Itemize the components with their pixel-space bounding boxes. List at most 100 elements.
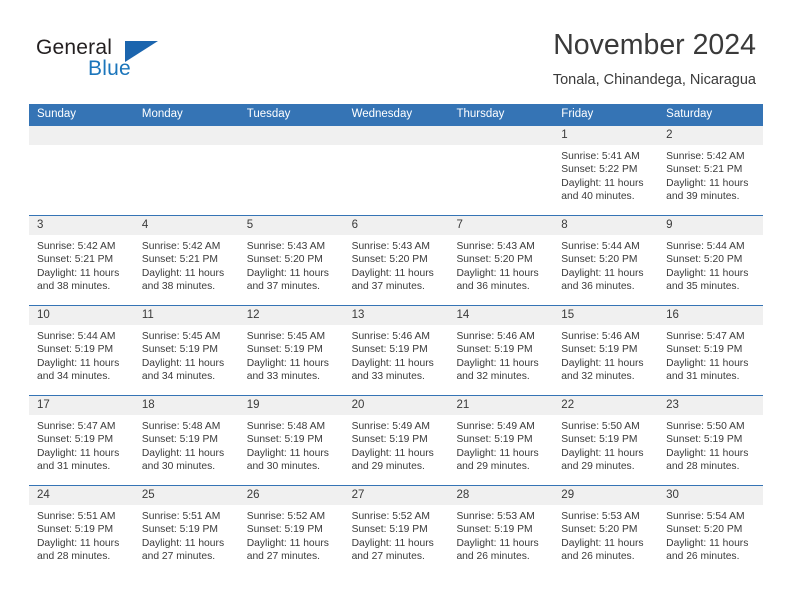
calendar-weeks: 1 Sunrise: 5:41 AM Sunset: 5:22 PM Daylight… <box>29 125 764 575</box>
sunset-text: Sunset: 5:20 PM <box>246 254 323 266</box>
daylight-text-line1: Daylight: 11 hours <box>456 357 539 369</box>
day-cell[interactable]: 10 Sunrise: 5:44 AM Sunset: 5:19 PM Dayligh… <box>29 306 134 395</box>
day-details: Sunrise: 5:45 AM Sunset: 5:19 PM Daylight:… <box>134 325 239 384</box>
day-cell[interactable]: 25 Sunrise: 5:51 AM Sunset: 5:19 PM Dayligh… <box>133 486 239 575</box>
daylight-text-line2: and 40 minutes. <box>561 191 635 203</box>
sunrise-text: Sunrise: 5:52 AM <box>246 511 326 522</box>
day-cell[interactable]: 28 Sunrise: 5:53 AM Sunset: 5:19 PM Dayligh… <box>448 486 554 575</box>
sunset-text: Sunset: 5:19 PM <box>246 524 323 536</box>
sunset-text: Sunset: 5:19 PM <box>141 344 218 356</box>
daylight-text-line2: and 37 minutes. <box>351 281 425 293</box>
sunrise-text: Sunrise: 5:51 AM <box>141 511 221 522</box>
daylight-text-line1: Daylight: 11 hours <box>666 447 749 459</box>
day-cell-empty <box>133 126 239 215</box>
weekday-saturday: Saturday <box>666 108 713 120</box>
day-details: Sunrise: 5:43 AM Sunset: 5:20 PM Daylight:… <box>448 235 553 294</box>
day-cell[interactable]: 13 Sunrise: 5:46 AM Sunset: 5:19 PM Dayligh… <box>343 306 449 395</box>
day-cell[interactable]: 4 Sunrise: 5:42 AM Sunset: 5:21 PM Daylight… <box>133 216 239 305</box>
day-cell[interactable]: 21 Sunrise: 5:49 AM Sunset: 5:19 PM Dayligh… <box>448 396 554 485</box>
sunset-text: Sunset: 5:19 PM <box>351 344 428 356</box>
daylight-text-line2: and 38 minutes. <box>37 281 111 293</box>
day-cell-empty <box>238 126 344 215</box>
day-cell[interactable]: 14 Sunrise: 5:46 AM Sunset: 5:19 PM Dayligh… <box>448 306 554 395</box>
day-details <box>239 145 344 150</box>
day-details: Sunrise: 5:53 AM Sunset: 5:20 PM Daylight:… <box>553 505 658 564</box>
daylight-text-line1: Daylight: 11 hours <box>456 537 539 549</box>
day-number: 21 <box>456 398 470 411</box>
daylight-text-line2: and 29 minutes. <box>561 461 635 473</box>
daylight-text-line1: Daylight: 11 hours <box>666 537 749 549</box>
day-cell[interactable]: 22 Sunrise: 5:50 AM Sunset: 5:19 PM Dayligh… <box>553 396 659 485</box>
sunset-text: Sunset: 5:19 PM <box>351 434 428 446</box>
weekday-tuesday: Tuesday <box>246 108 291 120</box>
sunrise-text: Sunrise: 5:47 AM <box>666 331 745 342</box>
day-cell[interactable]: 26 Sunrise: 5:52 AM Sunset: 5:19 PM Dayligh… <box>238 486 344 575</box>
day-cell[interactable]: 5 Sunrise: 5:43 AM Sunset: 5:20 PM Daylight… <box>238 216 344 305</box>
daylight-text-line2: and 36 minutes. <box>456 281 530 293</box>
general-blue-logo[interactable]: General Blue <box>36 36 166 82</box>
day-details: Sunrise: 5:47 AM Sunset: 5:19 PM Daylight:… <box>29 415 134 474</box>
sunset-text: Sunset: 5:20 PM <box>351 254 428 266</box>
sunrise-text: Sunrise: 5:42 AM <box>37 241 116 252</box>
daylight-text-line1: Daylight: 11 hours <box>37 267 120 279</box>
day-cell[interactable]: 19 Sunrise: 5:48 AM Sunset: 5:19 PM Dayligh… <box>238 396 344 485</box>
daylight-text-line2: and 39 minutes. <box>666 191 740 203</box>
day-cell[interactable]: 9 Sunrise: 5:44 AM Sunset: 5:20 PM Daylight… <box>658 216 764 305</box>
sunset-text: Sunset: 5:19 PM <box>246 344 323 356</box>
day-number-band: 19 <box>238 396 344 415</box>
sunrise-text: Sunrise: 5:52 AM <box>351 511 430 522</box>
calendar-week-row: 24 Sunrise: 5:51 AM Sunset: 5:19 PM Dayligh… <box>29 485 764 575</box>
day-cell[interactable]: 8 Sunrise: 5:44 AM Sunset: 5:20 PM Daylight… <box>553 216 659 305</box>
sunset-text: Sunset: 5:19 PM <box>141 434 218 446</box>
day-cell[interactable]: 12 Sunrise: 5:45 AM Sunset: 5:19 PM Dayligh… <box>238 306 344 395</box>
day-details: Sunrise: 5:49 AM Sunset: 5:19 PM Daylight:… <box>344 415 449 474</box>
day-details: Sunrise: 5:42 AM Sunset: 5:21 PM Daylight:… <box>658 145 763 204</box>
day-details: Sunrise: 5:41 AM Sunset: 5:22 PM Daylight:… <box>553 145 658 204</box>
day-details: Sunrise: 5:49 AM Sunset: 5:19 PM Daylight:… <box>448 415 553 474</box>
day-cell[interactable]: 30 Sunrise: 5:54 AM Sunset: 5:20 PM Dayligh… <box>658 486 764 575</box>
weekday-monday: Monday <box>141 108 183 120</box>
sunset-text: Sunset: 5:21 PM <box>141 254 218 266</box>
sunset-text: Sunset: 5:20 PM <box>456 254 533 266</box>
day-cell[interactable]: 29 Sunrise: 5:53 AM Sunset: 5:20 PM Dayligh… <box>553 486 659 575</box>
daylight-text-line2: and 29 minutes. <box>351 461 425 473</box>
day-details: Sunrise: 5:48 AM Sunset: 5:19 PM Daylight:… <box>134 415 239 474</box>
daylight-text-line2: and 31 minutes. <box>666 371 740 383</box>
day-cell[interactable]: 6 Sunrise: 5:43 AM Sunset: 5:20 PM Daylight… <box>343 216 449 305</box>
day-cell[interactable]: 18 Sunrise: 5:48 AM Sunset: 5:19 PM Dayligh… <box>133 396 239 485</box>
sunset-text: Sunset: 5:19 PM <box>141 524 218 536</box>
daylight-text-line2: and 34 minutes. <box>141 371 216 383</box>
daylight-text-line2: and 30 minutes. <box>141 461 216 473</box>
daylight-text-line1: Daylight: 11 hours <box>561 447 644 459</box>
day-number-band: 5 <box>238 216 344 235</box>
day-cell[interactable]: 20 Sunrise: 5:49 AM Sunset: 5:19 PM Dayligh… <box>343 396 449 485</box>
daylight-text-line2: and 34 minutes. <box>37 371 111 383</box>
sunset-text: Sunset: 5:19 PM <box>456 344 533 356</box>
sunset-text: Sunset: 5:19 PM <box>666 434 743 446</box>
day-cell[interactable]: 15 Sunrise: 5:46 AM Sunset: 5:19 PM Dayligh… <box>553 306 659 395</box>
day-cell[interactable]: 11 Sunrise: 5:45 AM Sunset: 5:19 PM Dayligh… <box>133 306 239 395</box>
page-title: November 2024 <box>553 29 756 61</box>
day-cell[interactable]: 1 Sunrise: 5:41 AM Sunset: 5:22 PM Daylight… <box>553 126 659 215</box>
sunset-text: Sunset: 5:19 PM <box>456 434 533 446</box>
day-cell[interactable]: 7 Sunrise: 5:43 AM Sunset: 5:20 PM Daylight… <box>448 216 554 305</box>
day-cell[interactable]: 3 Sunrise: 5:42 AM Sunset: 5:21 PM Daylight… <box>29 216 134 305</box>
day-number-band: 20 <box>343 396 449 415</box>
day-cell[interactable]: 27 Sunrise: 5:52 AM Sunset: 5:19 PM Dayligh… <box>343 486 449 575</box>
day-number-band: 8 <box>553 216 659 235</box>
day-cell[interactable]: 2 Sunrise: 5:42 AM Sunset: 5:21 PM Daylight… <box>658 126 764 215</box>
daylight-text-line1: Daylight: 11 hours <box>666 357 749 369</box>
day-cell[interactable]: 16 Sunrise: 5:47 AM Sunset: 5:19 PM Dayligh… <box>658 306 764 395</box>
day-number-band: 24 <box>29 486 134 505</box>
sunset-text: Sunset: 5:22 PM <box>561 164 638 176</box>
daylight-text-line2: and 26 minutes. <box>561 551 635 563</box>
day-cell[interactable]: 23 Sunrise: 5:50 AM Sunset: 5:19 PM Dayligh… <box>658 396 764 485</box>
day-cell[interactable]: 17 Sunrise: 5:47 AM Sunset: 5:19 PM Dayligh… <box>29 396 134 485</box>
day-details: Sunrise: 5:50 AM Sunset: 5:19 PM Daylight:… <box>553 415 658 474</box>
day-number-band <box>343 126 449 145</box>
sunset-text: Sunset: 5:19 PM <box>37 344 114 356</box>
page-header: General Blue November 2024 Tonala, China… <box>0 0 792 104</box>
day-number-band: 14 <box>448 306 554 325</box>
daylight-text-line2: and 26 minutes. <box>666 551 740 563</box>
day-cell[interactable]: 24 Sunrise: 5:51 AM Sunset: 5:19 PM Dayligh… <box>29 486 134 575</box>
